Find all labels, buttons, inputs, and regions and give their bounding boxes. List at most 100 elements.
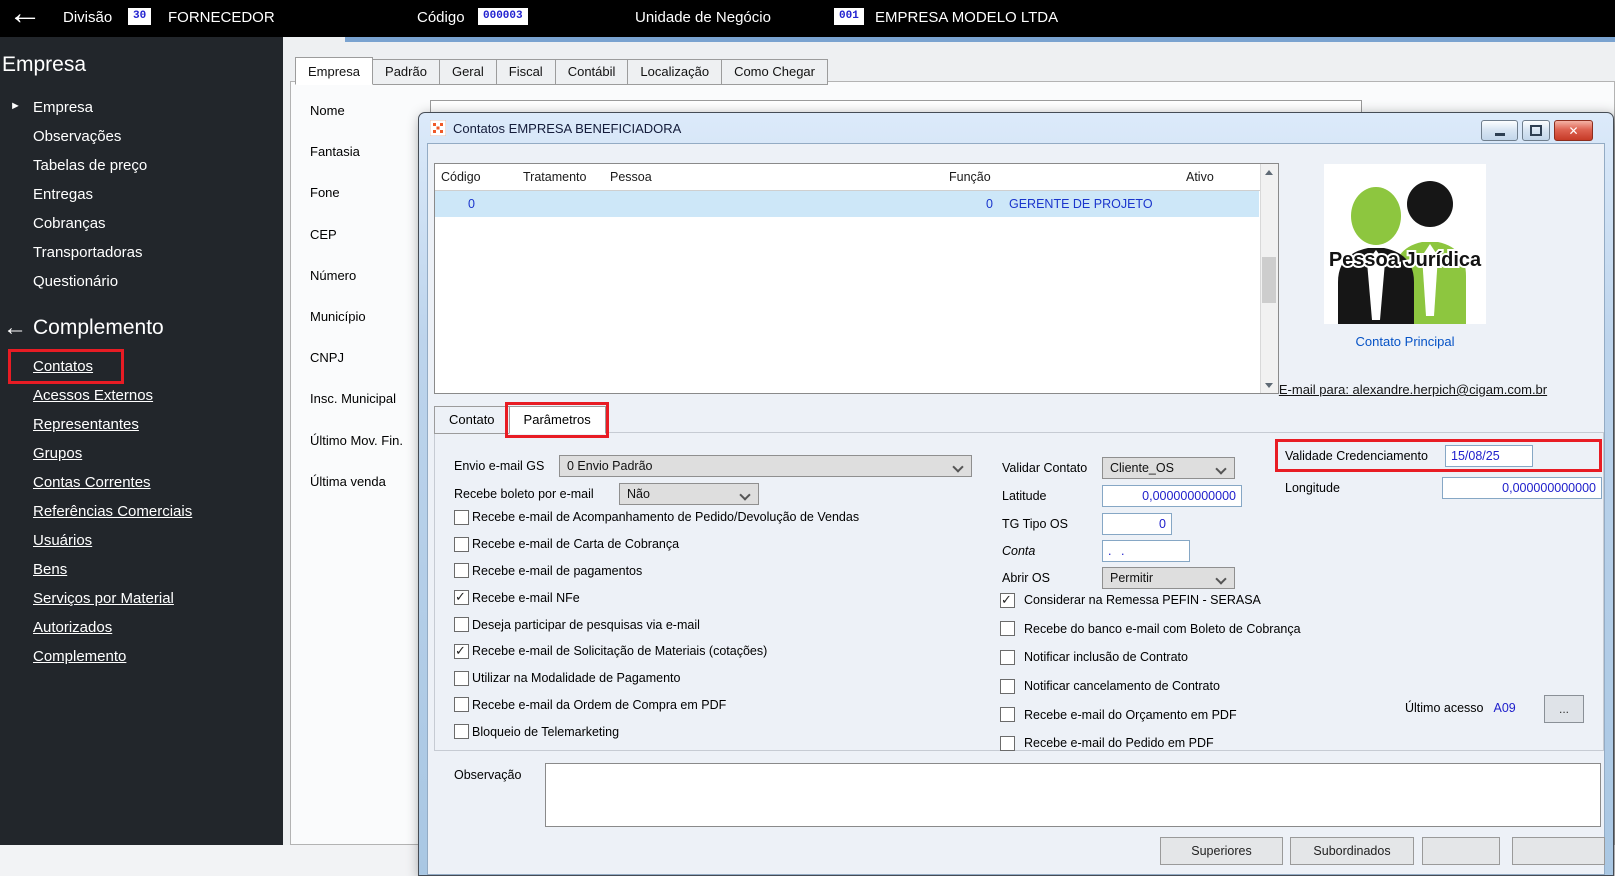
checkbox-row[interactable]: Recebe e-mail de pagamentos <box>454 558 859 585</box>
sidebar-item[interactable]: Bens <box>0 555 283 584</box>
checkbox[interactable] <box>454 589 469 606</box>
table-column-header[interactable]: Tratamento <box>517 170 604 184</box>
checkbox[interactable] <box>454 670 469 686</box>
sidebar-item[interactable]: Contas Correntes <box>0 468 283 497</box>
table-column-header[interactable]: Função <box>943 170 1180 184</box>
checkbox-row[interactable]: Recebe e-mail do Orçamento em PDF <box>1000 700 1301 729</box>
main-form-tab[interactable]: Padrão <box>372 59 440 85</box>
conta-input[interactable]: . . <box>1102 540 1190 562</box>
validar-contato-select[interactable]: Cliente_OS <box>1102 457 1235 479</box>
chevron-down-icon <box>739 489 751 501</box>
sidebar-section-title-complemento[interactable]: ← Complemento <box>0 314 283 342</box>
sidebar-item[interactable]: Serviços por Material <box>0 584 283 613</box>
sidebar-item[interactable]: Questionário <box>0 267 283 296</box>
main-form-tab[interactable]: Como Chegar <box>721 59 828 85</box>
checkbox[interactable] <box>1000 649 1015 665</box>
checkbox-row[interactable]: Deseja participar de pesquisas via e-mai… <box>454 611 859 638</box>
checkbox[interactable] <box>1000 678 1015 694</box>
checkbox[interactable] <box>454 617 469 633</box>
bottom-button[interactable] <box>1512 837 1605 865</box>
close-button[interactable]: ✕ <box>1554 120 1593 141</box>
tg-tipo-os-input[interactable]: 0 <box>1102 513 1172 535</box>
sidebar-item[interactable]: Empresa <box>0 93 283 122</box>
main-form-tab[interactable]: Fiscal <box>495 59 556 85</box>
latitude-input[interactable]: 0,000000000000 <box>1102 485 1242 507</box>
dialog-tab[interactable]: Contato <box>434 406 510 434</box>
back-arrow-icon[interactable]: ← <box>3 314 27 342</box>
sidebar-item[interactable]: Autorizados <box>0 613 283 642</box>
minimize-button[interactable] <box>1481 120 1518 141</box>
boleto-select[interactable]: Não <box>619 483 759 505</box>
checkbox[interactable] <box>454 563 469 579</box>
checkbox-row[interactable]: Considerar na Remessa PEFIN - SERASA <box>1000 586 1301 615</box>
back-arrow-icon[interactable]: ← <box>8 0 42 33</box>
envio-email-select[interactable]: 0 Envio Padrão <box>559 455 972 477</box>
bottom-button[interactable] <box>1422 837 1500 865</box>
maximize-button[interactable] <box>1522 120 1550 141</box>
sidebar-item[interactable]: Contatos <box>0 349 283 384</box>
chevron-down-icon <box>952 461 964 473</box>
sidebar-item[interactable]: Transportadoras <box>0 238 283 267</box>
checkbox-row[interactable]: Recebe e-mail NFe <box>454 584 859 611</box>
sidebar-item[interactable]: Observações <box>0 122 283 151</box>
longitude-input[interactable]: 0,000000000000 <box>1442 477 1602 499</box>
sidebar-item[interactable]: Complemento <box>0 642 283 671</box>
checkbox[interactable] <box>1000 707 1015 723</box>
checkbox-row[interactable]: Recebe e-mail de Solicitação de Materiai… <box>454 638 859 665</box>
checkbox-row[interactable]: Notificar inclusão de Contrato <box>1000 643 1301 672</box>
checkbox-row[interactable]: Recebe e-mail de Acompanhamento de Pedid… <box>454 504 859 531</box>
sidebar-item[interactable]: Entregas <box>0 180 283 209</box>
contatos-dialog: Contatos EMPRESA BENEFICIADORA ✕ Código … <box>418 112 1614 876</box>
validade-input[interactable]: 15/08/25 <box>1445 444 1533 467</box>
table-column-header[interactable]: Ativo <box>1180 170 1259 184</box>
checkbox[interactable] <box>454 509 469 525</box>
pessoa-juridica-image: Pessoa Jurídica <box>1324 164 1486 324</box>
checkbox-row[interactable]: Utilizar na Modalidade de Pagamento <box>454 665 859 692</box>
main-form-tab[interactable]: Geral <box>438 59 497 85</box>
dialog-tab[interactable]: Parâmetros <box>508 406 606 434</box>
contato-principal-link[interactable]: Contato Principal <box>1324 334 1486 349</box>
main-form-tab[interactable]: Empresa <box>295 57 374 85</box>
divisao-description: FORNECEDOR <box>168 9 275 26</box>
main-form-tab[interactable]: Contábil <box>554 59 629 85</box>
checkbox-row[interactable]: Recebe e-mail do Pedido em PDF <box>1000 729 1301 758</box>
codigo-value-field[interactable]: 000003 <box>478 8 528 25</box>
sidebar-item[interactable]: Grupos <box>0 439 283 468</box>
checkbox-row[interactable]: Recebe e-mail da Ordem de Compra em PDF <box>454 692 859 719</box>
checkbox[interactable] <box>454 724 469 740</box>
observacao-textarea[interactable] <box>545 763 1601 827</box>
checkbox[interactable] <box>454 697 469 713</box>
sidebar-item[interactable]: Cobranças <box>0 209 283 238</box>
checkbox[interactable] <box>1000 621 1015 637</box>
sidebar-item[interactable]: Usuários <box>0 526 283 555</box>
unidade-value-field[interactable]: 001 <box>834 8 864 25</box>
validade-credenciamento-highlight: Validade Credenciamento 15/08/25 <box>1275 439 1602 472</box>
sidebar-item[interactable]: Acessos Externos <box>0 381 283 410</box>
main-form-tab[interactable]: Localização <box>627 59 723 85</box>
browse-button[interactable]: ... <box>1544 695 1584 723</box>
checkbox[interactable] <box>1000 735 1015 751</box>
checkbox-row[interactable]: Notificar cancelamento de Contrato <box>1000 672 1301 701</box>
scrollbar-thumb[interactable] <box>1262 257 1276 303</box>
table-row-selected[interactable]: 0 0 GERENTE DE PROJETO <box>435 191 1259 217</box>
checkbox-row[interactable]: Recebe do banco e-mail com Boleto de Cob… <box>1000 615 1301 644</box>
table-scrollbar[interactable] <box>1260 164 1278 393</box>
table-column-header[interactable]: Pessoa <box>604 170 943 184</box>
dialog-titlebar[interactable]: Contatos EMPRESA BENEFICIADORA <box>419 113 1613 143</box>
checkbox[interactable] <box>454 643 469 659</box>
sidebar-item[interactable]: Tabelas de preço <box>0 151 283 180</box>
divisao-value-field[interactable]: 30 <box>128 8 152 25</box>
bottom-button[interactable]: Superiores <box>1160 837 1283 865</box>
checkbox-row[interactable]: Recebe e-mail de Carta de Cobrança <box>454 531 859 558</box>
sidebar-item[interactable]: Representantes <box>0 410 283 439</box>
minimize-icon <box>1494 132 1505 136</box>
bottom-button[interactable]: Subordinados <box>1290 837 1414 865</box>
email-link[interactable]: E-mail para: alexandre.herpich@cigam.com… <box>1248 382 1578 397</box>
checkbox[interactable] <box>1000 592 1015 608</box>
table-column-header[interactable]: Código <box>435 170 517 184</box>
sidebar-item[interactable]: Referências Comerciais <box>0 497 283 526</box>
checkbox[interactable] <box>454 536 469 552</box>
checkbox-row[interactable]: Bloqueio de Telemarketing <box>454 718 859 745</box>
scroll-up-icon[interactable] <box>1261 164 1277 180</box>
bottom-button-bar: Superiores Subordinados <box>1160 837 1605 865</box>
